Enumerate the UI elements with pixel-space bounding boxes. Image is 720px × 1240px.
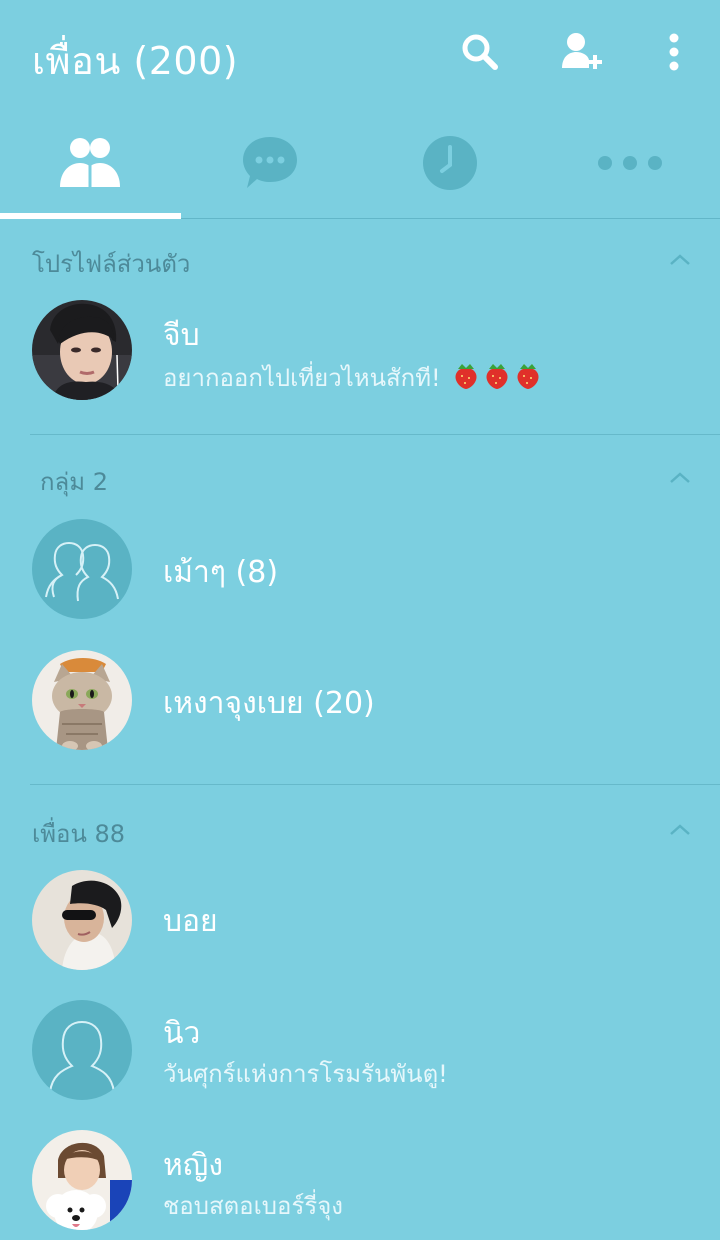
search-icon[interactable] <box>456 28 504 76</box>
section-header-friends[interactable]: เพื่อน 88 <box>0 800 720 860</box>
group-avatar-cat <box>32 650 132 750</box>
friend-name: นิว <box>163 1016 201 1051</box>
profile-row[interactable]: จีบ อยากออกไปเที่ยวไหนสักที! <box>0 290 720 410</box>
friend-row[interactable]: หญิง ชอบสตอเบอร์รี่จุง <box>0 1120 720 1240</box>
section-header-profile[interactable]: โปรไฟล์ส่วนตัว <box>0 230 720 290</box>
friend-name: หญิง <box>163 1148 223 1183</box>
clock-icon <box>422 135 478 195</box>
tab-chats[interactable] <box>180 112 360 218</box>
chat-bubble-icon <box>241 134 299 196</box>
avatar <box>32 1130 132 1230</box>
add-friend-icon[interactable] <box>556 28 604 76</box>
tab-more[interactable] <box>540 112 720 218</box>
friend-row[interactable]: บอย <box>0 860 720 980</box>
chevron-up-icon <box>670 472 690 483</box>
app-header: เพื่อน (200) <box>0 0 720 112</box>
tab-timeline[interactable] <box>360 112 540 218</box>
page-title: เพื่อน (200) <box>32 39 239 83</box>
profile-name: จีบ <box>163 318 200 353</box>
more-horizontal-icon <box>597 155 663 175</box>
friend-status: วันศุกร์แห่งการโรมรันพันตู! <box>163 1060 448 1088</box>
friend-name: บอย <box>163 904 218 939</box>
more-vertical-icon[interactable] <box>650 28 698 76</box>
section-title: โปรไฟล์ส่วนตัว <box>32 250 191 278</box>
friend-row[interactable]: นิว วันศุกร์แห่งการโรมรันพันตู! <box>0 990 720 1110</box>
friend-status: ชอบสตอเบอร์รี่จุง <box>163 1192 343 1220</box>
avatar <box>32 300 132 400</box>
active-tab-indicator <box>0 213 181 219</box>
section-title: กลุ่ม 2 <box>40 468 108 496</box>
tab-friends[interactable] <box>0 112 181 219</box>
status-text: อยากออกไปเที่ยวไหนสักที! <box>163 364 441 392</box>
strawberry-icon <box>452 362 542 396</box>
friends-icon <box>58 137 122 193</box>
divider <box>30 434 720 435</box>
divider <box>30 784 720 785</box>
group-name: เหงาจุงเบย (20) <box>163 686 375 721</box>
chevron-up-icon <box>670 824 690 835</box>
section-title: เพื่อน 88 <box>32 820 126 848</box>
tab-bar <box>0 112 720 219</box>
default-avatar <box>32 1000 132 1100</box>
group-default-avatar <box>32 519 132 619</box>
group-row[interactable]: เหงาจุงเบย (20) <box>0 640 720 760</box>
section-header-groups[interactable]: กลุ่ม 2 <box>0 448 720 508</box>
chevron-up-icon <box>670 254 690 265</box>
avatar <box>32 870 132 970</box>
group-row[interactable]: เม้าๆ (8) <box>0 509 720 629</box>
group-name: เม้าๆ (8) <box>163 555 279 590</box>
profile-status: อยากออกไปเที่ยวไหนสักที! <box>163 358 542 397</box>
